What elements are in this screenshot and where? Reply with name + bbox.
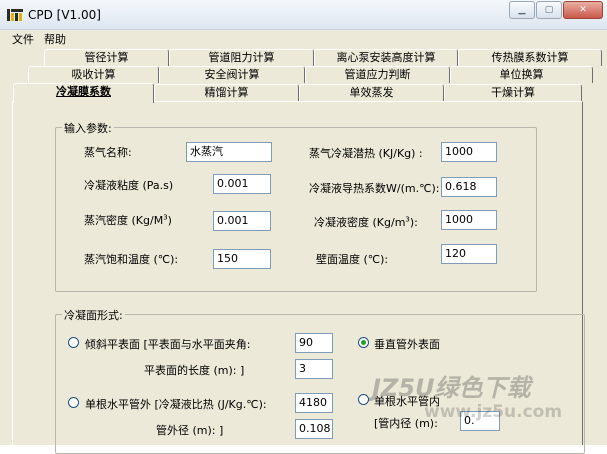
outer-diam-field[interactable]: 0.108 bbox=[295, 419, 333, 439]
minimize-icon[interactable]: ▁ bbox=[509, 1, 535, 19]
length-label: 平表面的长度 (m): ] bbox=[144, 364, 245, 377]
tab-unit-conversion[interactable]: 单位换算 bbox=[450, 66, 593, 83]
client-area: 管径计算 管道阻力计算 离心泵安装高度计算 传热膜系数计算 吸收计算 安全阀计算… bbox=[0, 46, 607, 454]
tab-distillation[interactable]: 精馏计算 bbox=[154, 84, 299, 101]
viscosity-field[interactable]: 0.001 bbox=[213, 174, 271, 194]
input-params-title: 输入参数: bbox=[62, 120, 114, 136]
wall-temp-label: 壁面温度 (℃): bbox=[316, 253, 389, 266]
inner-diam-field[interactable]: 0. bbox=[460, 411, 500, 431]
surface-form-group: 冷凝面形式: 倾斜平表面 [平表面与水平面夹角: 90 垂直管外表面 平表面的长… bbox=[55, 307, 585, 454]
inclined-angle-field[interactable]: 90 bbox=[295, 333, 333, 353]
menu-file[interactable]: 文件 bbox=[12, 31, 34, 47]
vapor-density-label: 蒸汽密度 (Kg/M3) bbox=[84, 213, 172, 227]
horizontal-outer-radio[interactable] bbox=[68, 397, 79, 408]
conductivity-label: 冷凝液导热系数W/(m.℃): bbox=[309, 182, 440, 195]
close-icon[interactable]: ✕ bbox=[563, 1, 603, 19]
window-title: CPD [V1.00] bbox=[28, 8, 101, 22]
specific-heat-field[interactable]: 4180 bbox=[295, 393, 333, 413]
tab-absorption[interactable]: 吸收计算 bbox=[28, 66, 159, 83]
inclined-label: 倾斜平表面 [平表面与水平面夹角: bbox=[85, 338, 251, 351]
tab-heat-transfer[interactable]: 传热膜系数计算 bbox=[458, 49, 602, 66]
horizontal-inner-label: 单根水平管内 bbox=[374, 395, 440, 408]
saturation-temp-label: 蒸汽饱和温度 (℃): bbox=[84, 253, 179, 266]
latent-heat-field[interactable]: 1000 bbox=[441, 142, 497, 162]
inner-diam-label: [管内径 (m): bbox=[374, 417, 438, 430]
tab-panel: 输入参数: 蒸气名称: 水蒸汽 蒸气冷凝潜热 (KJ/Kg) : 1000 冷凝… bbox=[12, 101, 585, 454]
viscosity-label: 冷凝液粘度 (Pa.s) bbox=[84, 179, 174, 192]
input-params-group: 输入参数: 蒸气名称: 水蒸汽 蒸气冷凝潜热 (KJ/Kg) : 1000 冷凝… bbox=[55, 120, 537, 292]
tab-pipe-stress[interactable]: 管道应力判断 bbox=[305, 66, 450, 83]
menu-help[interactable]: 帮助 bbox=[44, 31, 66, 47]
inclined-radio[interactable] bbox=[68, 337, 79, 348]
title-bar: CPD [V1.00] ▁ ▢ ✕ bbox=[0, 0, 607, 30]
liquid-density-label: 冷凝液密度 (Kg/m3): bbox=[314, 215, 418, 229]
tab-pipe-diameter[interactable]: 管径计算 bbox=[44, 49, 169, 66]
vapor-density-field[interactable]: 0.001 bbox=[213, 211, 271, 231]
horizontal-outer-label: 单根水平管外 [冷凝液比热 (J/Kg.℃): bbox=[85, 398, 267, 411]
tab-drying[interactable]: 干燥计算 bbox=[444, 84, 582, 101]
saturation-temp-field[interactable]: 150 bbox=[213, 249, 271, 269]
window-controls: ▁ ▢ ✕ bbox=[508, 1, 603, 19]
menu-bar: 文件 帮助 bbox=[0, 30, 607, 46]
outer-diam-label: 管外径 (m): ] bbox=[156, 424, 224, 437]
conductivity-field[interactable]: 0.618 bbox=[441, 177, 497, 197]
tab-safety-valve[interactable]: 安全阀计算 bbox=[159, 66, 305, 83]
app-icon bbox=[7, 9, 23, 21]
maximize-icon[interactable]: ▢ bbox=[536, 1, 562, 19]
tab-pump-height[interactable]: 离心泵安装高度计算 bbox=[314, 49, 458, 66]
length-field[interactable]: 3 bbox=[295, 359, 333, 379]
surface-form-title: 冷凝面形式: bbox=[62, 307, 125, 323]
vapor-name-label: 蒸气名称: bbox=[84, 146, 132, 159]
latent-heat-label: 蒸气冷凝潜热 (KJ/Kg) : bbox=[309, 147, 423, 160]
horizontal-inner-radio[interactable] bbox=[358, 394, 369, 405]
liquid-density-field[interactable]: 1000 bbox=[441, 210, 497, 230]
vapor-name-field[interactable]: 水蒸汽 bbox=[186, 142, 272, 162]
vertical-tube-radio[interactable] bbox=[358, 337, 369, 348]
tab-pipe-resistance[interactable]: 管道阻力计算 bbox=[169, 49, 314, 66]
tab-condensation-film[interactable]: 冷凝膜系数 bbox=[13, 83, 154, 103]
vertical-tube-label: 垂直管外表面 bbox=[374, 338, 440, 351]
tab-single-evaporation[interactable]: 单效蒸发 bbox=[299, 84, 444, 101]
wall-temp-field[interactable]: 120 bbox=[441, 244, 497, 264]
